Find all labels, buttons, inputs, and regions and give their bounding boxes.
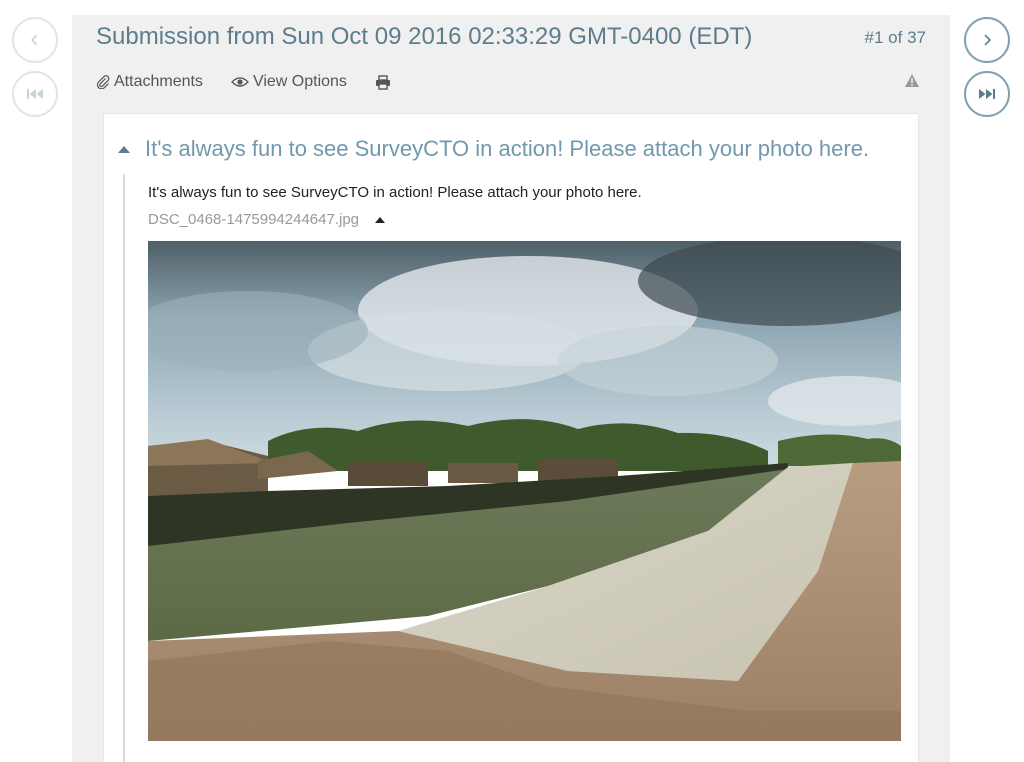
last-submission-button[interactable] — [964, 71, 1010, 117]
paperclip-icon — [96, 75, 110, 89]
submission-title: Submission from Sun Oct 09 2016 02:33:29… — [96, 23, 753, 50]
submission-toolbar: Attachments View Options — [96, 71, 423, 93]
skip-last-icon — [979, 89, 995, 99]
first-submission-button[interactable] — [12, 71, 58, 117]
attachment-file-toggle[interactable]: DSC_0468-1475994244647.jpg — [148, 211, 386, 228]
attached-photo[interactable] — [148, 241, 901, 741]
question-label: It's always fun to see SurveyCTO in acti… — [148, 184, 642, 201]
submission-panel: Submission from Sun Oct 09 2016 02:33:29… — [72, 15, 950, 762]
question-header[interactable]: It's always fun to see SurveyCTO in acti… — [118, 136, 869, 162]
chevron-left-icon — [30, 34, 38, 46]
file-collapse-caret-icon — [375, 216, 386, 223]
submission-counter: #1 of 37 — [864, 28, 926, 47]
skip-first-icon — [27, 89, 43, 99]
previous-submission-button[interactable] — [12, 17, 58, 63]
attachments-button[interactable]: Attachments — [96, 73, 203, 91]
question-title: It's always fun to see SurveyCTO in acti… — [145, 136, 870, 161]
eye-icon — [231, 76, 249, 88]
attachment-file-name: DSC_0468-1475994244647.jpg — [148, 211, 360, 228]
next-submission-button[interactable] — [964, 17, 1010, 63]
print-button[interactable] — [375, 74, 395, 90]
printer-icon — [375, 74, 391, 90]
view-options-label: View Options — [252, 73, 347, 90]
attachments-label: Attachments — [114, 73, 203, 90]
question-body-rule — [123, 174, 125, 762]
collapse-caret-icon — [118, 145, 130, 153]
warning-button[interactable] — [904, 73, 920, 93]
question-card: It's always fun to see SurveyCTO in acti… — [103, 113, 919, 762]
warning-icon — [905, 74, 919, 87]
chevron-right-icon — [984, 34, 992, 46]
view-options-button[interactable]: View Options — [231, 73, 347, 91]
